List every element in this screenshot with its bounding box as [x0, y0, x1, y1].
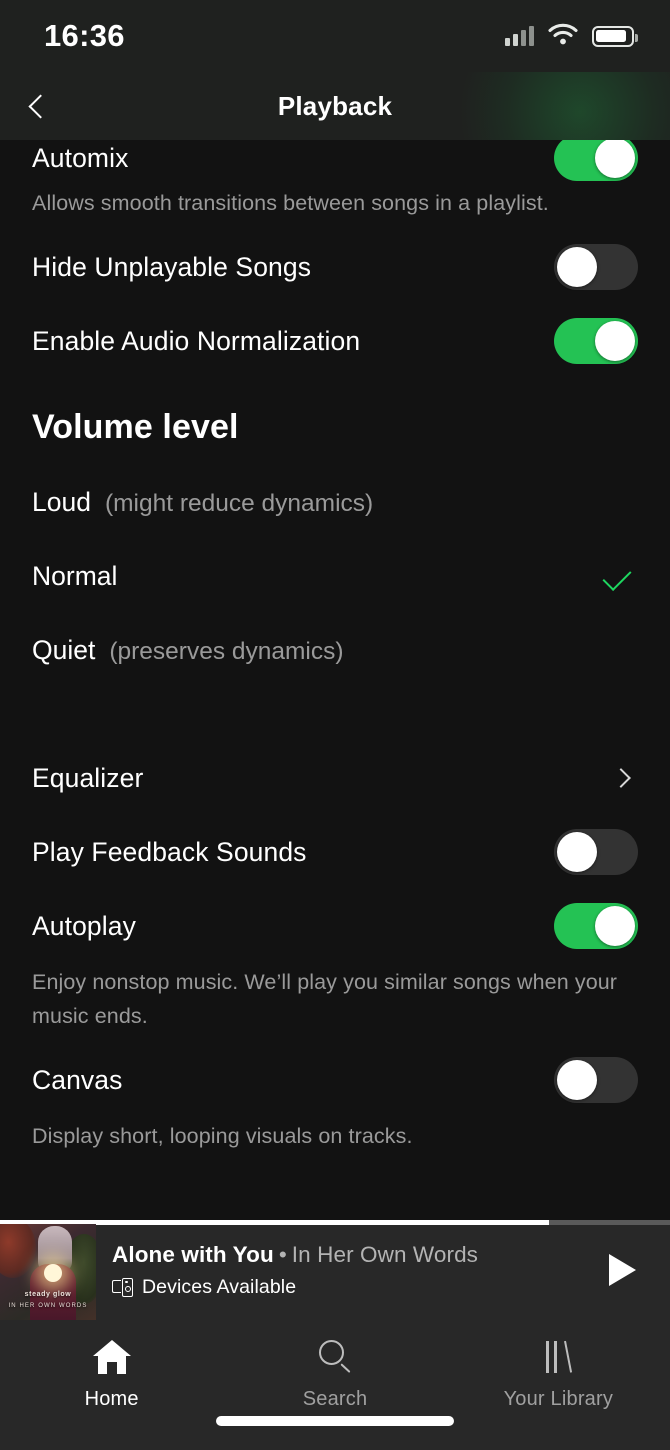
tab-your-library[interactable]: Your Library — [447, 1338, 670, 1411]
checkmark-icon — [602, 561, 632, 591]
toggle-knob — [557, 832, 597, 872]
setting-row-enable-audio-normalization[interactable]: Enable Audio Normalization — [32, 304, 638, 378]
volume-option-normal[interactable]: Normal — [32, 539, 638, 613]
app-screen: 16:36 Playback Automix Allows smooth tra… — [0, 0, 670, 1450]
setting-label: Autoplay — [32, 910, 136, 941]
mini-player-track-line: Alone with You • In Her Own Words — [112, 1242, 574, 1268]
toggle-knob — [595, 321, 635, 361]
mini-player-info[interactable]: Alone with You • In Her Own Words Devices … — [96, 1242, 574, 1299]
volume-option-hint: (preserves dynamics) — [109, 637, 344, 665]
toggle-knob — [557, 247, 597, 287]
volume-option-loud[interactable]: Loud (might reduce dynamics) — [32, 465, 638, 539]
volume-option-label: Loud — [32, 486, 91, 517]
track-title: Alone with You — [112, 1241, 274, 1267]
album-art-caption-title: steady glow — [24, 1291, 72, 1298]
setting-row-canvas[interactable]: Canvas — [32, 1043, 638, 1117]
navigation-header: Playback — [0, 72, 670, 140]
setting-description-canvas: Display short, looping visuals on tracks… — [32, 1124, 413, 1148]
toggle-knob — [595, 140, 635, 178]
play-icon — [608, 1254, 636, 1286]
mini-player[interactable]: steady glow IN HER OWN WORDS Alone with … — [0, 1220, 670, 1320]
setting-row-play-feedback-sounds[interactable]: Play Feedback Sounds — [32, 815, 638, 889]
status-bar-time: 16:36 — [44, 18, 125, 53]
toggle-hide-unplayable-songs[interactable] — [554, 244, 638, 290]
setting-description-automix: Allows smooth transitions between songs … — [32, 191, 549, 215]
spotify-connect-devices-icon — [112, 1277, 133, 1297]
devices-available-label: Devices Available — [142, 1275, 297, 1298]
tab-search[interactable]: Search — [223, 1338, 446, 1411]
volume-option-label: Quiet — [32, 634, 96, 665]
setting-label: Play Feedback Sounds — [32, 836, 307, 867]
setting-label: Equalizer — [32, 762, 144, 793]
chevron-left-icon — [28, 93, 53, 119]
page-title: Playback — [277, 90, 393, 121]
album-art-caption-artist: IN HER OWN WORDS — [8, 1303, 88, 1309]
toggle-enable-audio-normalization[interactable] — [554, 318, 638, 364]
bottom-tab-bar: Home Search Your Library — [0, 1320, 670, 1450]
wifi-icon — [548, 23, 578, 50]
devices-available-row[interactable]: Devices Available — [112, 1276, 574, 1299]
tab-label: Search — [302, 1388, 368, 1410]
setting-row-automix[interactable]: Automix — [32, 140, 638, 184]
album-art-thumbnail[interactable]: steady glow IN HER OWN WORDS — [0, 1224, 96, 1320]
setting-label: Enable Audio Normalization — [32, 325, 361, 356]
home-icon — [92, 1338, 131, 1376]
track-artist: In Her Own Words — [291, 1241, 479, 1267]
library-icon — [541, 1338, 575, 1376]
status-bar-icons — [505, 23, 638, 50]
tab-home[interactable]: Home — [0, 1338, 223, 1411]
setting-row-equalizer[interactable]: Equalizer — [32, 741, 638, 815]
tab-label: Your Library — [503, 1388, 614, 1410]
playback-progress-bar[interactable] — [0, 1220, 670, 1225]
cellular-signal-icon — [505, 26, 534, 46]
volume-option-quiet[interactable]: Quiet (preserves dynamics) — [32, 613, 638, 687]
toggle-knob — [595, 906, 635, 946]
setting-description-autoplay: Enjoy nonstop music. We’ll play you simi… — [32, 970, 618, 1028]
back-button[interactable] — [0, 72, 76, 140]
track-separator: • — [278, 1241, 287, 1267]
status-bar: 16:36 — [0, 0, 670, 72]
settings-scroll-area[interactable]: Automix Allows smooth transitions betwee… — [0, 140, 670, 1220]
setting-label: Canvas — [32, 1064, 123, 1095]
search-icon — [318, 1338, 352, 1376]
battery-icon — [592, 25, 638, 47]
home-indicator — [216, 1416, 454, 1426]
toggle-knob — [557, 1060, 597, 1100]
volume-option-label: Normal — [32, 560, 118, 591]
volume-option-hint: (might reduce dynamics) — [104, 489, 374, 517]
chevron-right-icon — [611, 768, 631, 788]
setting-label: Hide Unplayable Songs — [32, 251, 312, 282]
setting-row-hide-unplayable-songs[interactable]: Hide Unplayable Songs — [32, 230, 638, 304]
setting-row-autoplay[interactable]: Autoplay — [32, 889, 638, 963]
toggle-play-feedback-sounds[interactable] — [554, 829, 638, 875]
section-title-volume-level: Volume level — [32, 408, 239, 446]
tab-label: Home — [84, 1388, 139, 1410]
toggle-canvas[interactable] — [554, 1057, 638, 1103]
play-button[interactable] — [574, 1254, 670, 1286]
toggle-automix[interactable] — [554, 140, 638, 181]
setting-label: Automix — [32, 142, 129, 173]
toggle-autoplay[interactable] — [554, 903, 638, 949]
